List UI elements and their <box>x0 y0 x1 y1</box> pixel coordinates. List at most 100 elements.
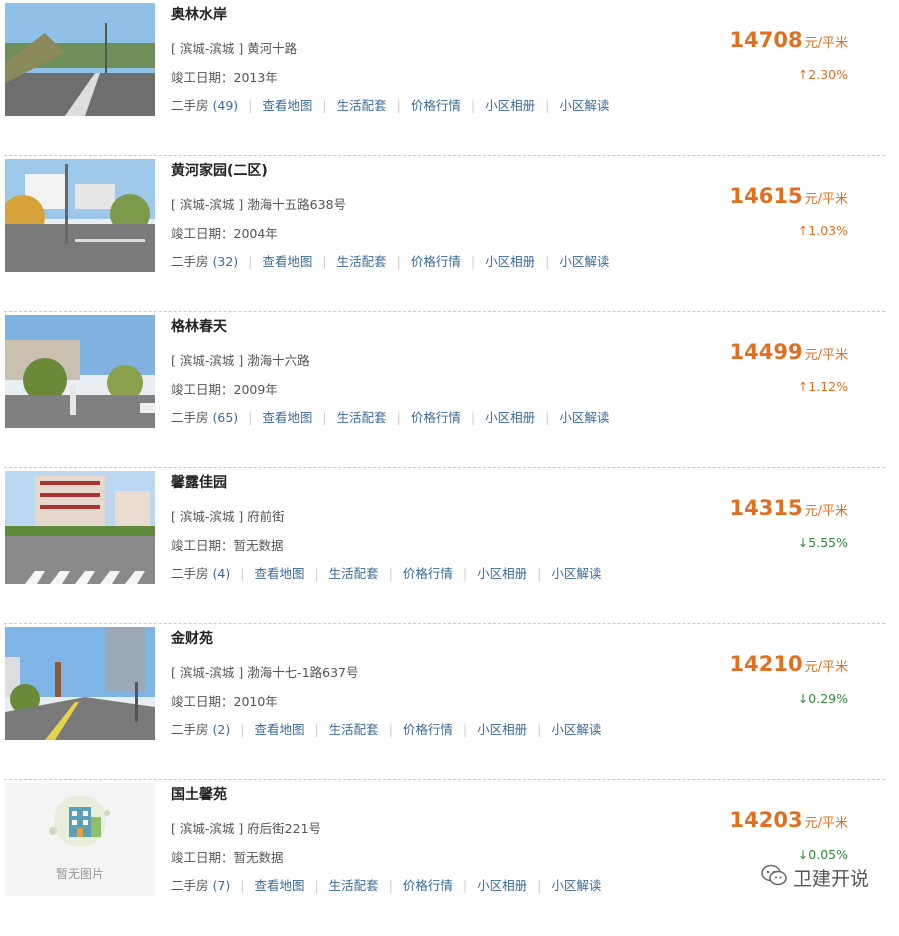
completion-date: 竣工日期：2010年 <box>171 694 278 709</box>
community-photo[interactable] <box>5 471 155 584</box>
view-map-link[interactable]: 查看地图 <box>254 878 304 893</box>
secondhand-link[interactable]: 二手房 (32) <box>171 254 238 269</box>
listing-item: 奥林水岸 [ 滨城-滨城 ] 黄河十路 竣工日期：2013年 二手房 (49) |… <box>0 0 899 156</box>
price-block: 14210 元/平米 <box>730 652 848 676</box>
price-trend-link[interactable]: 价格行情 <box>403 722 453 737</box>
album-link[interactable]: 小区相册 <box>477 566 527 581</box>
community-name[interactable]: 格林春天 <box>171 316 227 336</box>
price-change: ↑1.03% <box>797 223 848 238</box>
community-photo[interactable] <box>5 159 155 272</box>
album-link[interactable]: 小区相册 <box>485 254 535 269</box>
no-image-label: 暂无图片 <box>55 867 104 881</box>
completion-date: 竣工日期：2004年 <box>171 226 278 241</box>
view-map-link[interactable]: 查看地图 <box>262 254 312 269</box>
price-value: 14210 <box>729 652 803 676</box>
life-facilities-link[interactable]: 生活配套 <box>329 722 379 737</box>
community-name[interactable]: 国土馨苑 <box>171 784 227 804</box>
divider: | <box>314 878 319 893</box>
price-trend-link[interactable]: 价格行情 <box>403 878 453 893</box>
album-link[interactable]: 小区相册 <box>485 98 535 113</box>
community-name[interactable]: 金财苑 <box>171 628 213 648</box>
divider: | <box>388 566 393 581</box>
analysis-link[interactable]: 小区解读 <box>559 410 609 425</box>
secondhand-link[interactable]: 二手房 (49) <box>171 98 238 113</box>
community-name[interactable]: 奥林水岸 <box>171 4 227 24</box>
price-value: 14499 <box>729 340 803 364</box>
secondhand-label: 二手房 <box>171 722 209 737</box>
secondhand-link[interactable]: 二手房 (2) <box>171 722 230 737</box>
view-map-link[interactable]: 查看地图 <box>262 410 312 425</box>
view-map-link[interactable]: 查看地图 <box>254 722 304 737</box>
secondhand-link[interactable]: 二手房 (65) <box>171 410 238 425</box>
listing-item: 馨露佳园 [ 滨城-滨城 ] 府前街 竣工日期：暂无数据 二手房 (4) | 查看地… <box>0 468 899 624</box>
divider: | <box>322 254 327 269</box>
price-value: 14708 <box>729 28 803 52</box>
community-address: [ 滨城-滨城 ] 渤海十七-1路637号 <box>171 665 359 680</box>
analysis-link[interactable]: 小区解读 <box>551 878 601 893</box>
secondhand-count: (4) <box>212 566 231 581</box>
community-links: 二手房 (2) | 查看地图 | 生活配套 | 价格行情 | 小区相册 | 小区解读 <box>171 719 601 738</box>
community-photo[interactable] <box>5 315 155 428</box>
listing-item: 黄河家园(二区) [ 滨城-滨城 ] 渤海十五路638号 竣工日期：2004年 … <box>0 156 899 312</box>
price-trend-link[interactable]: 价格行情 <box>411 410 461 425</box>
community-address: [ 滨城-滨城 ] 渤海十五路638号 <box>171 197 347 212</box>
divider: | <box>545 254 550 269</box>
community-links: 二手房 (65) | 查看地图 | 生活配套 | 价格行情 | 小区相册 | 小区解读 <box>171 407 609 426</box>
listing-item: 格林春天 [ 滨城-滨城 ] 渤海十六路 竣工日期：2009年 二手房 (65)… <box>0 312 899 468</box>
price-block: 14615 元/平米 <box>730 184 848 208</box>
analysis-link[interactable]: 小区解读 <box>551 566 601 581</box>
community-name[interactable]: 黄河家园(二区) <box>171 160 268 180</box>
analysis-link[interactable]: 小区解读 <box>559 98 609 113</box>
divider: | <box>396 254 401 269</box>
life-facilities-link[interactable]: 生活配套 <box>337 410 387 425</box>
price-change: ↓0.05% <box>797 847 848 862</box>
price-block: 14499 元/平米 <box>730 340 848 364</box>
album-link[interactable]: 小区相册 <box>485 410 535 425</box>
price-unit: 元/平米 <box>804 504 848 519</box>
price-unit: 元/平米 <box>804 192 848 207</box>
community-photo[interactable] <box>5 3 155 116</box>
divider: | <box>462 878 468 893</box>
completion-date: 竣工日期：暂无数据 <box>171 538 284 553</box>
listing-item: 金财苑 [ 滨城-滨城 ] 渤海十七-1路637号 竣工日期：2010年 二手房… <box>0 624 899 780</box>
analysis-link[interactable]: 小区解读 <box>559 254 609 269</box>
album-link[interactable]: 小区相册 <box>477 878 527 893</box>
community-links: 二手房 (49) | 查看地图 | 生活配套 | 价格行情 | 小区相册 | 小区解读 <box>171 95 609 114</box>
life-facilities-link[interactable]: 生活配套 <box>337 98 387 113</box>
divider: | <box>240 878 245 893</box>
album-link[interactable]: 小区相册 <box>477 722 527 737</box>
secondhand-link[interactable]: 二手房 (7) <box>171 878 230 893</box>
community-links: 二手房 (4) | 查看地图 | 生活配套 | 价格行情 | 小区相册 | 小区解读 <box>171 563 601 582</box>
analysis-link[interactable]: 小区解读 <box>551 722 601 737</box>
life-facilities-link[interactable]: 生活配套 <box>337 254 387 269</box>
life-facilities-link[interactable]: 生活配套 <box>329 566 379 581</box>
community-address: [ 滨城-滨城 ] 府后街221号 <box>171 821 322 836</box>
life-facilities-link[interactable]: 生活配套 <box>329 878 379 893</box>
secondhand-link[interactable]: 二手房 (4) <box>171 566 230 581</box>
view-map-link[interactable]: 查看地图 <box>262 98 312 113</box>
divider: | <box>388 722 393 737</box>
secondhand-label: 二手房 <box>171 878 209 893</box>
divider: | <box>240 566 245 581</box>
price-unit: 元/平米 <box>804 36 848 51</box>
community-address: [ 滨城-滨城 ] 黄河十路 <box>171 41 298 56</box>
community-photo[interactable] <box>5 627 155 740</box>
price-trend-link[interactable]: 价格行情 <box>403 566 453 581</box>
divider: | <box>322 410 327 425</box>
divider: | <box>545 98 550 113</box>
divider: | <box>396 98 401 113</box>
divider: | <box>388 878 393 893</box>
secondhand-label: 二手房 <box>171 98 209 113</box>
divider: | <box>314 722 319 737</box>
community-address: [ 滨城-滨城 ] 府前街 <box>171 509 285 524</box>
community-photo[interactable]: 暂无图片 <box>5 783 155 896</box>
view-map-link[interactable]: 查看地图 <box>254 566 304 581</box>
secondhand-count: (49) <box>212 98 239 113</box>
community-name[interactable]: 馨露佳园 <box>171 472 227 492</box>
price-trend-link[interactable]: 价格行情 <box>411 98 461 113</box>
price-trend-link[interactable]: 价格行情 <box>411 254 461 269</box>
divider: | <box>537 722 542 737</box>
completion-date: 竣工日期：2013年 <box>171 70 278 85</box>
price-block: 14315 元/平米 <box>730 496 848 520</box>
watermark: 卫建开说 <box>761 864 869 891</box>
